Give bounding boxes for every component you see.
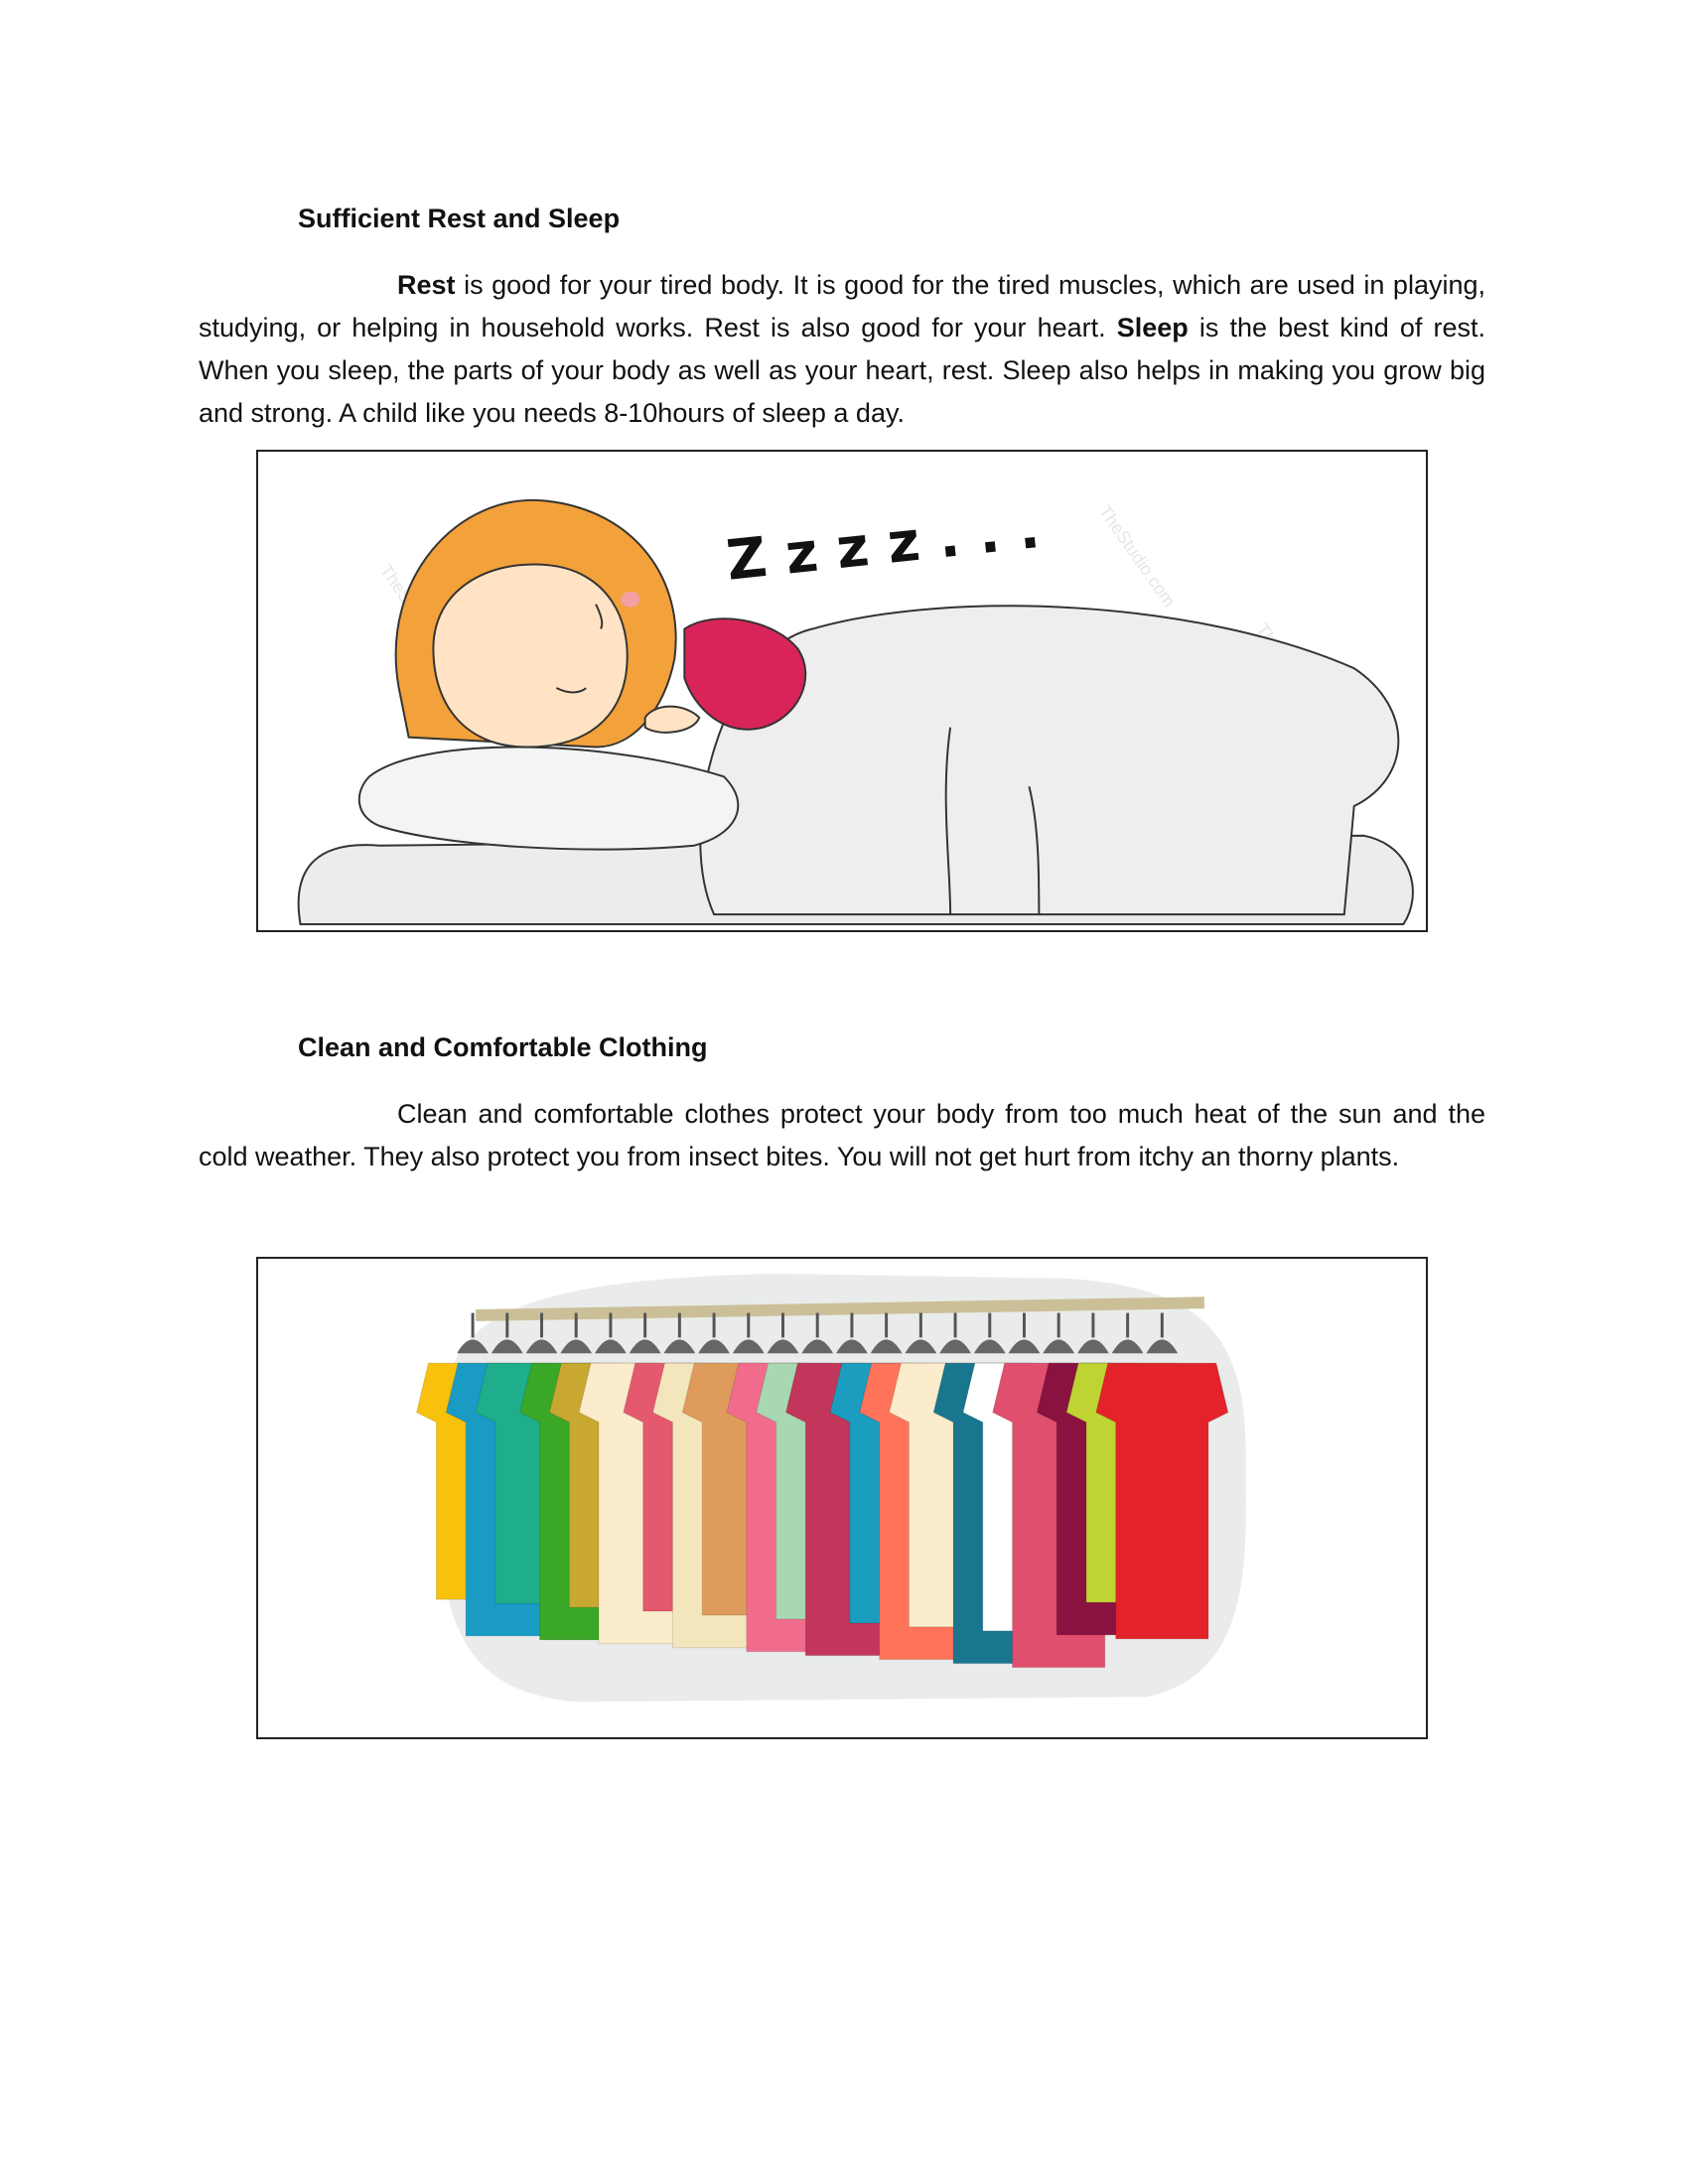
- bold-term-rest: Rest: [397, 270, 456, 300]
- clothing-text: Clean and comfortable clothes protect yo…: [199, 1099, 1485, 1171]
- sleeping-child-illustration: TheStudio.com TheStudio.com TheStudio.co…: [256, 450, 1428, 932]
- child-hand: [643, 705, 701, 734]
- child-face: [432, 563, 629, 749]
- clothing-paragraph: Clean and comfortable clothes protect yo…: [199, 1093, 1485, 1178]
- clothes-rack-svg: [415, 1273, 1246, 1703]
- watermark-text-2: TheStudio.com: [1095, 501, 1180, 611]
- section-heading-clothing: Clean and Comfortable Clothing: [298, 1032, 708, 1062]
- clothes-rack-illustration: [256, 1257, 1428, 1739]
- pillow: [357, 746, 740, 851]
- bold-term-sleep: Sleep: [1116, 313, 1189, 342]
- zzz-text: Z z z z . . .: [724, 496, 1043, 594]
- section-heading-rest-sleep: Sufficient Rest and Sleep: [298, 204, 621, 233]
- pajama-sleeve: [683, 617, 807, 731]
- rest-sleep-paragraph: Rest is good for your tired body. It is …: [199, 264, 1485, 435]
- shirt-body: [1095, 1362, 1229, 1640]
- sleeping-child-svg: TheStudio.com TheStudio.com TheStudio.co…: [297, 496, 1414, 926]
- shirts-group: [415, 1312, 1229, 1669]
- blanket: [699, 605, 1400, 916]
- blush: [620, 591, 640, 608]
